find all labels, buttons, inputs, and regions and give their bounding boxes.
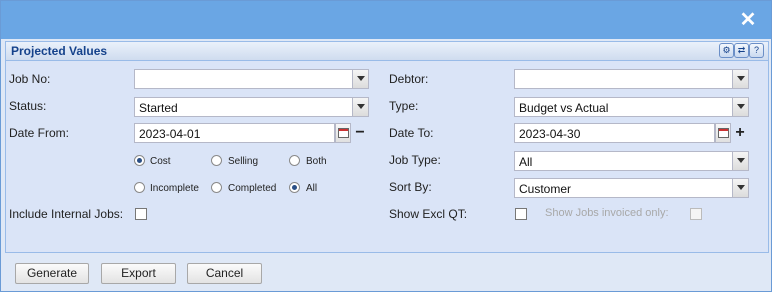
refresh-icon[interactable]: ⇄: [734, 43, 749, 58]
radio-cost[interactable]: [134, 155, 145, 166]
date-to-value: 2023-04-30: [519, 127, 581, 141]
debtor-combo[interactable]: [514, 69, 749, 89]
job-no-dropdown-trigger[interactable]: [352, 69, 369, 89]
date-to-calendar-button[interactable]: [715, 123, 731, 143]
debtor-label: Debtor:: [389, 72, 429, 86]
radio-selling[interactable]: [211, 155, 222, 166]
show-jobs-invoiced-only-checkbox: [690, 208, 702, 220]
radio-incomplete[interactable]: [134, 182, 145, 193]
status-dropdown-trigger[interactable]: [352, 97, 369, 117]
radio-completed[interactable]: [211, 182, 222, 193]
sort-by-combo[interactable]: Customer: [514, 178, 749, 198]
date-to-increment-button[interactable]: +: [732, 123, 748, 143]
radio-all[interactable]: [289, 182, 300, 193]
show-excl-qt-checkbox[interactable]: [515, 208, 527, 220]
sort-by-label: Sort By:: [389, 180, 432, 194]
sort-by-dropdown-trigger[interactable]: [732, 178, 749, 198]
type-value: Budget vs Actual: [519, 101, 609, 115]
include-internal-jobs-label: Include Internal Jobs:: [9, 207, 124, 221]
chevron-down-icon: [737, 76, 745, 81]
generate-button[interactable]: Generate: [15, 263, 89, 284]
show-excl-qt-label: Show Excl QT:: [389, 207, 468, 221]
date-from-value: 2023-04-01: [139, 127, 201, 141]
panel-header: Projected Values ⚙ ⇄ ?: [6, 42, 768, 61]
radio-completed-label: Completed: [228, 183, 277, 194]
chevron-down-icon: [737, 104, 745, 109]
date-to-input[interactable]: 2023-04-30: [514, 123, 715, 143]
date-from-decrement-button[interactable]: −: [352, 123, 368, 143]
radio-incomplete-label: Incomplete: [150, 183, 199, 194]
type-combo[interactable]: Budget vs Actual: [514, 97, 749, 117]
projected-values-window: ✕ Projected Values ⚙ ⇄ ? Job No: Status:…: [0, 0, 772, 292]
export-button[interactable]: Export: [101, 263, 176, 284]
status-value: Started: [139, 101, 178, 115]
job-type-combo[interactable]: All: [514, 151, 749, 171]
chevron-down-icon: [737, 185, 745, 190]
date-to-label: Date To:: [389, 126, 434, 140]
date-from-calendar-button[interactable]: [335, 123, 351, 143]
status-label: Status:: [9, 99, 47, 113]
type-dropdown-trigger[interactable]: [732, 97, 749, 117]
sort-by-value: Customer: [519, 182, 572, 196]
job-type-value: All: [519, 155, 533, 169]
debtor-dropdown-trigger[interactable]: [732, 69, 749, 89]
cancel-button[interactable]: Cancel: [187, 263, 262, 284]
chevron-down-icon: [737, 158, 745, 163]
include-internal-jobs-checkbox[interactable]: [135, 208, 147, 220]
close-icon[interactable]: ✕: [739, 10, 757, 30]
job-type-dropdown-trigger[interactable]: [732, 151, 749, 171]
status-combo[interactable]: Started: [134, 97, 369, 117]
panel-title: Projected Values: [11, 44, 108, 58]
gear-icon[interactable]: ⚙: [719, 43, 734, 58]
chevron-down-icon: [357, 104, 365, 109]
help-icon[interactable]: ?: [749, 43, 764, 58]
date-from-input[interactable]: 2023-04-01: [134, 123, 335, 143]
job-no-label: Job No:: [9, 72, 51, 86]
radio-cost-label: Cost: [150, 156, 171, 167]
job-no-combo[interactable]: [134, 69, 369, 89]
window-titlebar[interactable]: ✕: [1, 1, 771, 39]
radio-both[interactable]: [289, 155, 300, 166]
type-label: Type:: [389, 99, 419, 113]
radio-all-label: All: [306, 183, 318, 194]
date-from-label: Date From:: [9, 126, 70, 140]
calendar-icon: [718, 128, 729, 138]
calendar-icon: [338, 128, 349, 138]
chevron-down-icon: [357, 76, 365, 81]
job-type-label: Job Type:: [389, 153, 441, 167]
radio-both-label: Both: [306, 156, 327, 167]
radio-selling-label: Selling: [228, 156, 259, 167]
show-jobs-invoiced-only-label: Show Jobs invoiced only:: [545, 207, 669, 219]
